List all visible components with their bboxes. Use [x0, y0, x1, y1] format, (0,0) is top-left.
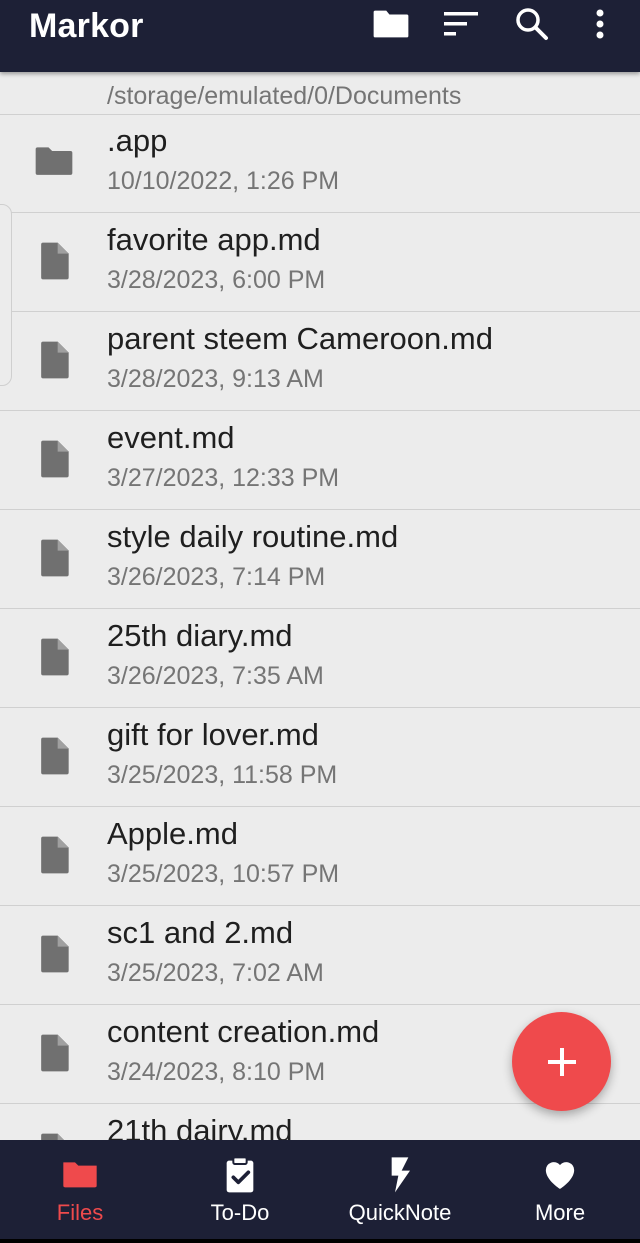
drawer-handle[interactable] — [0, 204, 12, 386]
list-item[interactable]: style daily routine.md 3/26/2023, 7:14 P… — [0, 510, 640, 609]
sort-icon — [444, 12, 478, 36]
nav-more[interactable]: More — [480, 1140, 640, 1239]
file-date: 3/27/2023, 12:33 PM — [107, 464, 340, 492]
path-label: /storage/emulated/0/Documents — [107, 82, 462, 110]
file-name: event.md — [107, 420, 235, 455]
folder-icon — [63, 1162, 97, 1188]
list-item[interactable]: favorite app.md 3/28/2023, 6:00 PM — [0, 213, 640, 312]
sort-button[interactable] — [441, 4, 481, 44]
file-icon — [41, 539, 69, 577]
file-icon — [41, 440, 69, 478]
heart-icon — [545, 1162, 575, 1189]
list-item[interactable]: Apple.md 3/25/2023, 10:57 PM — [0, 807, 640, 906]
nav-todo[interactable]: To-Do — [160, 1140, 320, 1239]
file-date: 3/26/2023, 7:35 AM — [107, 662, 324, 690]
file-icon — [41, 341, 69, 379]
folder-icon — [373, 10, 409, 38]
file-name: 21th dairy.md — [107, 1113, 293, 1140]
file-name: sc1 and 2.md — [107, 915, 294, 950]
file-icon — [41, 737, 69, 775]
lightning-icon — [391, 1157, 410, 1193]
nav-quicknote[interactable]: QuickNote — [320, 1140, 480, 1239]
file-name: style daily routine.md — [107, 519, 399, 554]
file-list[interactable]: /storage/emulated/0/Documents .app 10/10… — [0, 72, 640, 1140]
file-date: 10/10/2022, 1:26 PM — [107, 167, 340, 195]
file-date: 3/26/2023, 7:14 PM — [107, 563, 326, 591]
file-name: content creation.md — [107, 1014, 380, 1049]
file-date: 3/24/2023, 8:10 PM — [107, 1058, 326, 1086]
list-item[interactable]: parent steem Cameroon.md 3/28/2023, 9:13… — [0, 312, 640, 411]
nav-label: QuickNote — [348, 1200, 452, 1225]
bottom-edge — [0, 1239, 640, 1243]
folder-icon — [35, 147, 73, 175]
plus-icon — [547, 1047, 576, 1076]
file-date: 3/25/2023, 10:57 PM — [107, 860, 340, 888]
folder-button[interactable] — [371, 4, 411, 44]
checklist-icon — [226, 1156, 254, 1193]
nav-label: To-Do — [210, 1200, 270, 1225]
new-file-fab[interactable] — [512, 1012, 611, 1111]
list-item[interactable]: gift for lover.md 3/25/2023, 11:58 PM — [0, 708, 640, 807]
nav-label: More — [534, 1200, 586, 1225]
file-name: .app — [107, 123, 168, 158]
list-item[interactable]: 21th dairy.md — [0, 1104, 640, 1140]
file-icon — [41, 242, 69, 280]
file-name: Apple.md — [107, 816, 238, 851]
file-icon — [41, 836, 69, 874]
nav-files[interactable]: Files — [0, 1140, 160, 1239]
file-date: 3/28/2023, 6:00 PM — [107, 266, 326, 294]
file-date: 3/25/2023, 7:02 AM — [107, 959, 324, 987]
file-date: 3/28/2023, 9:13 AM — [107, 365, 324, 393]
nav-label: Files — [56, 1200, 104, 1225]
more-options-button[interactable] — [580, 4, 620, 44]
file-icon — [41, 1133, 64, 1140]
app-bar: Markor — [0, 0, 640, 72]
file-name: 25th diary.md — [107, 618, 293, 653]
bottom-navigation: Files To-Do QuickNote More — [0, 1140, 640, 1239]
file-icon — [41, 1034, 69, 1072]
app-title: Markor — [29, 7, 144, 45]
file-name: parent steem Cameroon.md — [107, 321, 493, 356]
path-row[interactable]: /storage/emulated/0/Documents — [0, 72, 640, 115]
more-vert-icon — [596, 9, 604, 39]
list-item[interactable]: sc1 and 2.md 3/25/2023, 7:02 AM — [0, 906, 640, 1005]
file-date: 3/25/2023, 11:58 PM — [107, 761, 338, 789]
file-icon — [41, 638, 69, 676]
list-item[interactable]: event.md 3/27/2023, 12:33 PM — [0, 411, 640, 510]
search-icon — [516, 8, 548, 40]
file-name: gift for lover.md — [107, 717, 319, 752]
list-item[interactable]: 25th diary.md 3/26/2023, 7:35 AM — [0, 609, 640, 708]
search-button[interactable] — [512, 4, 552, 44]
list-item-folder[interactable]: .app 10/10/2022, 1:26 PM — [0, 114, 640, 213]
file-name: favorite app.md — [107, 222, 321, 257]
file-icon — [41, 935, 69, 973]
